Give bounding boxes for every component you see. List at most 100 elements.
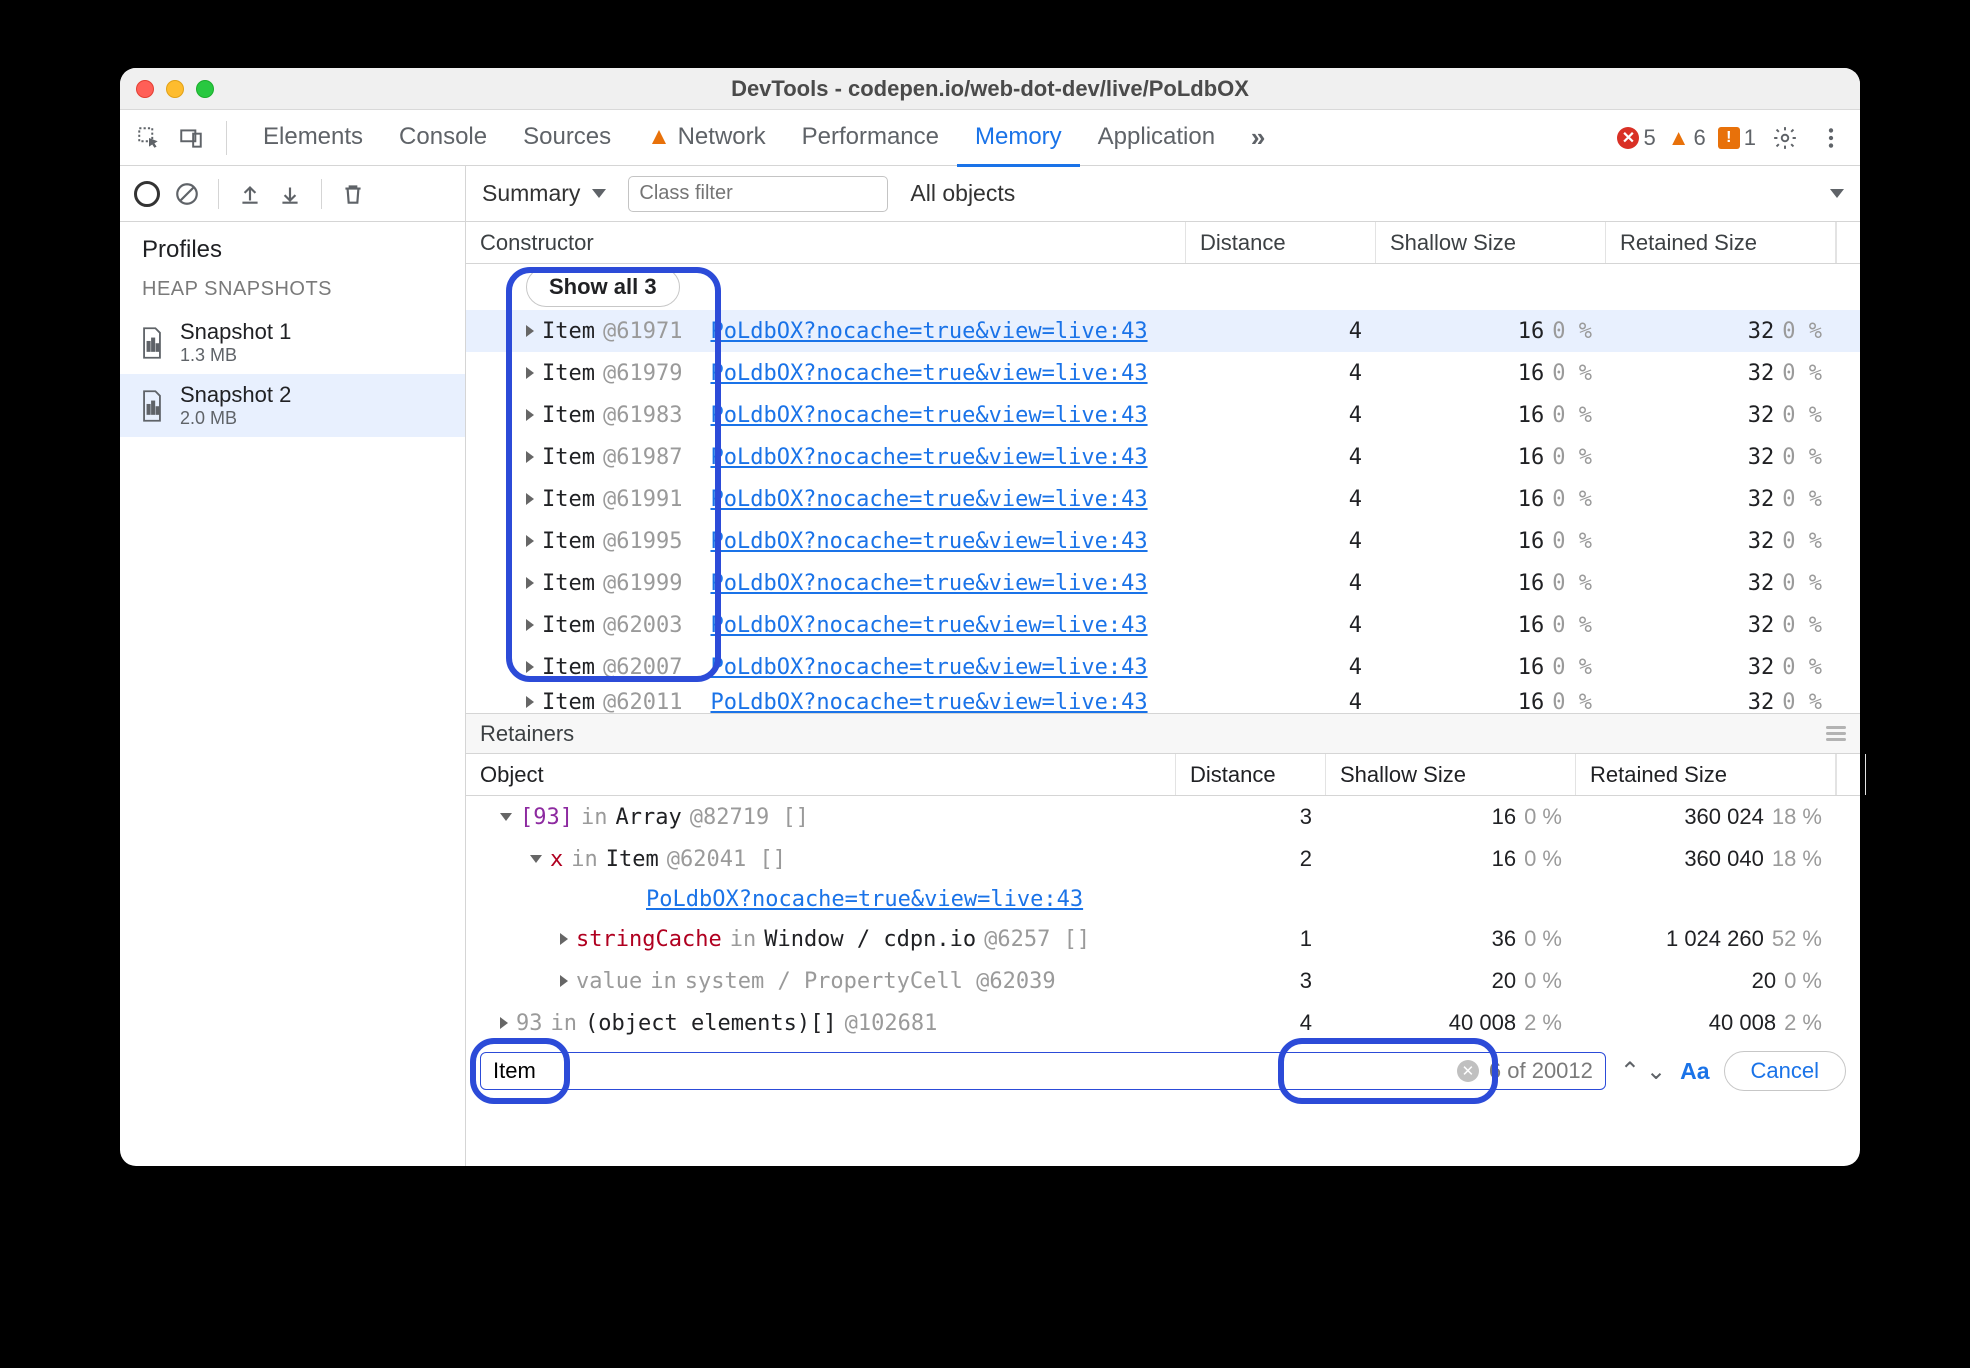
expand-icon[interactable] bbox=[526, 696, 534, 708]
source-link[interactable]: PoLdbOX?nocache=true&view=live:43 bbox=[710, 403, 1147, 428]
match-case-toggle[interactable]: Aa bbox=[1680, 1058, 1709, 1085]
expand-icon[interactable] bbox=[500, 1017, 508, 1029]
expand-icon[interactable] bbox=[526, 493, 534, 505]
expand-icon[interactable] bbox=[526, 409, 534, 421]
settings-gear-icon[interactable] bbox=[1768, 121, 1802, 155]
clear-search-icon[interactable]: ✕ bbox=[1457, 1060, 1479, 1082]
expand-icon[interactable] bbox=[526, 325, 534, 337]
minimize-icon[interactable] bbox=[166, 80, 184, 98]
status-badges: ✕5 ▲6 !1 bbox=[1617, 121, 1848, 155]
col-shallow[interactable]: Shallow Size bbox=[1376, 222, 1606, 263]
tab-memory[interactable]: Memory bbox=[957, 109, 1080, 167]
class-filter-input[interactable] bbox=[628, 176, 888, 212]
expand-icon[interactable] bbox=[526, 535, 534, 547]
expand-icon[interactable] bbox=[526, 367, 534, 379]
constructor-row[interactable]: Item @62003PoLdbOX?nocache=true&view=liv… bbox=[466, 604, 1860, 646]
constructor-row[interactable]: Item @61979PoLdbOX?nocache=true&view=liv… bbox=[466, 352, 1860, 394]
close-icon[interactable] bbox=[136, 80, 154, 98]
retainers-grid[interactable]: [93] in Array @82719 [] 3 160 % 360 0241… bbox=[466, 796, 1860, 1044]
source-link[interactable]: PoLdbOX?nocache=true&view=live:43 bbox=[710, 690, 1147, 715]
delete-icon[interactable] bbox=[336, 177, 370, 211]
source-link[interactable]: PoLdbOX?nocache=true&view=live:43 bbox=[710, 361, 1147, 386]
divider bbox=[321, 179, 322, 209]
divider bbox=[218, 179, 219, 209]
errors-count[interactable]: ✕5 bbox=[1617, 125, 1655, 151]
tab-elements[interactable]: Elements bbox=[245, 109, 381, 167]
perspective-dropdown[interactable]: Summary bbox=[482, 180, 606, 207]
col-shallow[interactable]: Shallow Size bbox=[1326, 754, 1576, 795]
retainers-bar: Retainers bbox=[466, 714, 1860, 754]
source-link[interactable]: PoLdbOX?nocache=true&view=live:43 bbox=[710, 529, 1147, 554]
zoom-icon[interactable] bbox=[196, 80, 214, 98]
retainer-row[interactable]: value in system / PropertyCell @62039 3 … bbox=[466, 960, 1860, 1002]
constructor-row[interactable]: Item @61991PoLdbOX?nocache=true&view=liv… bbox=[466, 478, 1860, 520]
expand-icon[interactable] bbox=[500, 813, 512, 821]
col-distance[interactable]: Distance bbox=[1186, 222, 1376, 263]
kebab-menu-icon[interactable] bbox=[1814, 121, 1848, 155]
constructor-row[interactable]: Item @61971PoLdbOX?nocache=true&view=liv… bbox=[466, 310, 1860, 352]
constructor-row[interactable]: Item @62007PoLdbOX?nocache=true&view=liv… bbox=[466, 646, 1860, 688]
snapshot-item[interactable]: Snapshot 11.3 MB bbox=[120, 311, 465, 374]
search-input[interactable] bbox=[493, 1058, 1457, 1084]
show-all-button[interactable]: Show all 3 bbox=[526, 267, 680, 307]
source-link[interactable]: PoLdbOX?nocache=true&view=live:43 bbox=[646, 887, 1083, 912]
devtools-tabs: ElementsConsoleSources▲ NetworkPerforman… bbox=[120, 110, 1860, 166]
profiles-toolbar bbox=[120, 166, 465, 222]
col-retained[interactable]: Retained Size bbox=[1576, 754, 1836, 795]
constructor-row[interactable]: Item @61999PoLdbOX?nocache=true&view=liv… bbox=[466, 562, 1860, 604]
device-toolbar-icon[interactable] bbox=[174, 121, 208, 155]
search-field[interactable]: ✕ 6 of 20012 bbox=[480, 1052, 1606, 1090]
more-tabs-icon[interactable]: » bbox=[1241, 121, 1275, 155]
tab-network[interactable]: ▲ Network bbox=[629, 109, 783, 167]
source-link[interactable]: PoLdbOX?nocache=true&view=live:43 bbox=[710, 571, 1147, 596]
expand-icon[interactable] bbox=[526, 577, 534, 589]
constructor-row[interactable]: Item @61987PoLdbOX?nocache=true&view=liv… bbox=[466, 436, 1860, 478]
col-constructor[interactable]: Constructor bbox=[466, 222, 1186, 263]
source-link[interactable]: PoLdbOX?nocache=true&view=live:43 bbox=[710, 445, 1147, 470]
source-link[interactable]: PoLdbOX?nocache=true&view=live:43 bbox=[710, 613, 1147, 638]
clear-icon[interactable] bbox=[170, 177, 204, 211]
retainer-row[interactable]: [93] in Array @82719 [] 3 160 % 360 0241… bbox=[466, 796, 1860, 838]
retainer-row[interactable]: 93 in (object elements)[] @102681 4 40 0… bbox=[466, 1002, 1860, 1044]
tab-console[interactable]: Console bbox=[381, 109, 505, 167]
retainer-row[interactable]: stringCache in Window / cdpn.io @6257 []… bbox=[466, 918, 1860, 960]
download-icon[interactable] bbox=[273, 177, 307, 211]
constructor-row[interactable]: Item @61995PoLdbOX?nocache=true&view=liv… bbox=[466, 520, 1860, 562]
expand-icon[interactable] bbox=[560, 975, 568, 987]
tab-sources[interactable]: Sources bbox=[505, 109, 629, 167]
object-filter-dropdown[interactable]: All objects bbox=[910, 180, 1015, 207]
chevron-down-icon bbox=[1830, 189, 1844, 198]
prev-match-icon[interactable]: ⌃ bbox=[1620, 1057, 1640, 1086]
issues-count[interactable]: !1 bbox=[1718, 125, 1756, 151]
source-link[interactable]: PoLdbOX?nocache=true&view=live:43 bbox=[710, 487, 1147, 512]
search-match-count: 6 of 20012 bbox=[1489, 1058, 1593, 1084]
expand-icon[interactable] bbox=[526, 619, 534, 631]
source-link[interactable]: PoLdbOX?nocache=true&view=live:43 bbox=[710, 319, 1147, 344]
constructor-row[interactable]: Item @62011PoLdbOX?nocache=true&view=liv… bbox=[466, 688, 1860, 714]
expand-icon[interactable] bbox=[560, 933, 568, 945]
cancel-button[interactable]: Cancel bbox=[1724, 1051, 1846, 1091]
object-filter-caret[interactable] bbox=[1830, 189, 1844, 198]
source-link[interactable]: PoLdbOX?nocache=true&view=live:43 bbox=[710, 655, 1147, 680]
expand-icon[interactable] bbox=[530, 855, 542, 863]
constructors-grid[interactable]: Show all 3 Item @61971PoLdbOX?nocache=tr… bbox=[466, 264, 1860, 714]
snapshot-item[interactable]: Snapshot 22.0 MB bbox=[120, 374, 465, 437]
inspect-element-icon[interactable] bbox=[132, 121, 166, 155]
constructor-row[interactable]: Item @61983PoLdbOX?nocache=true&view=liv… bbox=[466, 394, 1860, 436]
col-distance[interactable]: Distance bbox=[1176, 754, 1326, 795]
expand-icon[interactable] bbox=[526, 661, 534, 673]
tab-application[interactable]: Application bbox=[1080, 109, 1233, 167]
tab-performance[interactable]: Performance bbox=[784, 109, 957, 167]
expand-icon[interactable] bbox=[526, 451, 534, 463]
col-retained[interactable]: Retained Size bbox=[1606, 222, 1836, 263]
next-match-icon[interactable]: ⌄ bbox=[1646, 1057, 1666, 1086]
titlebar: DevTools - codepen.io/web-dot-dev/live/P… bbox=[120, 68, 1860, 110]
record-icon[interactable] bbox=[130, 177, 164, 211]
col-object[interactable]: Object bbox=[466, 754, 1176, 795]
upload-icon[interactable] bbox=[233, 177, 267, 211]
drag-handle-icon[interactable] bbox=[1826, 726, 1846, 741]
retainer-row[interactable]: x in Item @62041 [] 2 160 % 360 04018 % bbox=[466, 838, 1860, 880]
summary-toolbar: Summary All objects bbox=[466, 166, 1860, 222]
warnings-count[interactable]: ▲6 bbox=[1668, 125, 1706, 151]
constructors-header: Constructor Distance Shallow Size Retain… bbox=[466, 222, 1860, 264]
